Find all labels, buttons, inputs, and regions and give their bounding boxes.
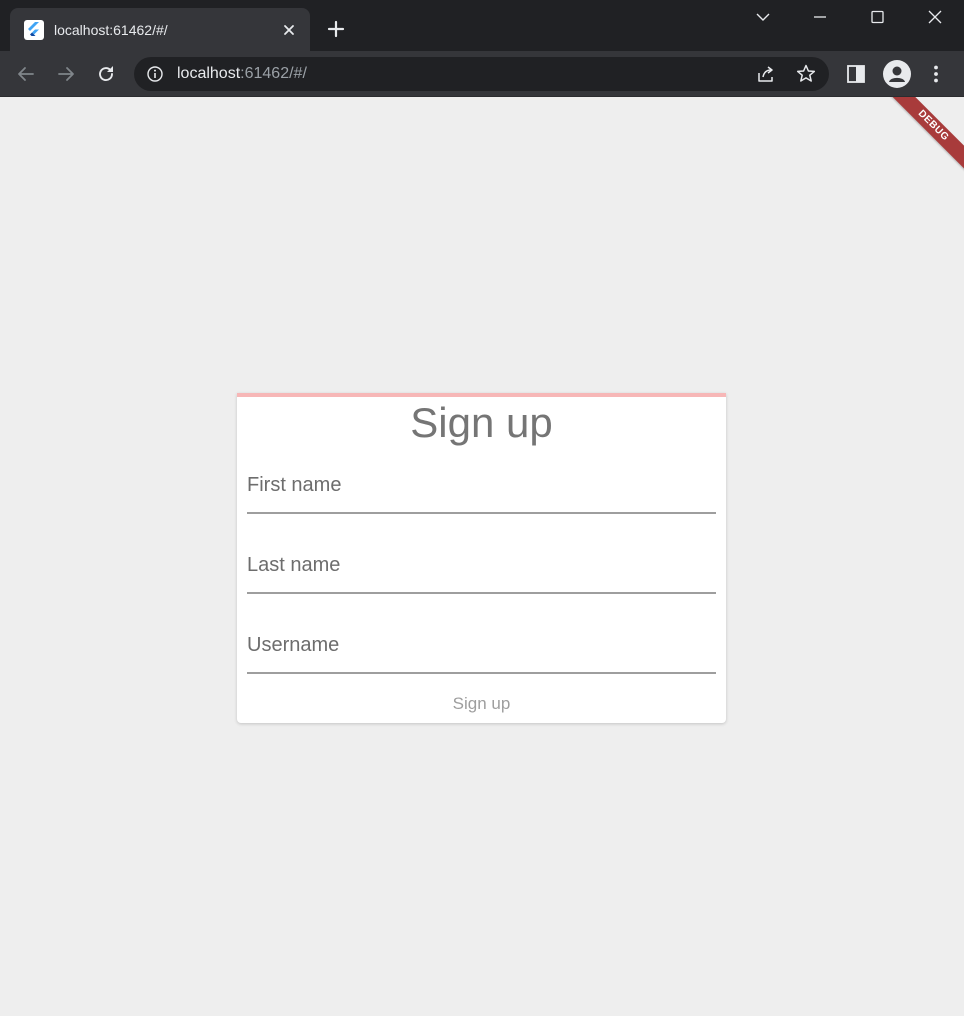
first-name-input[interactable] [247, 464, 716, 512]
url-text[interactable]: localhost:61462/#/ [177, 64, 307, 84]
address-bar[interactable]: localhost:61462/#/ [134, 57, 829, 91]
signup-button[interactable]: Sign up [237, 689, 726, 719]
form-title: Sign up [410, 399, 553, 446]
page-viewport: DEBUG Sign up Sign up [0, 97, 964, 1016]
browser-titlebar: localhost:61462/#/ [0, 0, 964, 51]
side-panel-icon[interactable] [843, 61, 869, 87]
last-name-input[interactable] [247, 544, 716, 592]
progress-indicator [237, 393, 726, 397]
last-name-field[interactable] [247, 544, 716, 594]
new-tab-icon[interactable] [324, 17, 348, 41]
username-field[interactable] [247, 624, 716, 674]
forward-arrow-icon[interactable] [53, 61, 79, 87]
maximize-icon[interactable] [863, 4, 891, 30]
signup-card: Sign up Sign up [237, 393, 726, 723]
username-input[interactable] [247, 624, 716, 672]
debug-banner: DEBUG [881, 97, 964, 178]
browser-tab[interactable]: localhost:61462/#/ [10, 8, 310, 51]
share-icon[interactable] [755, 63, 777, 85]
minimize-icon[interactable] [806, 4, 834, 30]
first-name-field[interactable] [247, 464, 716, 514]
more-menu-icon[interactable] [923, 61, 949, 87]
url-path: :61462/#/ [240, 65, 307, 82]
browser-toolbar: localhost:61462/#/ [0, 51, 964, 97]
person-icon [889, 66, 905, 82]
flutter-icon [24, 20, 44, 40]
url-host: localhost [177, 65, 241, 82]
bookmark-star-icon[interactable] [795, 63, 817, 85]
tab-search-chevron-icon[interactable] [749, 4, 777, 30]
back-arrow-icon[interactable] [13, 61, 39, 87]
reload-icon[interactable] [93, 61, 119, 87]
close-tab-icon[interactable] [280, 21, 298, 39]
profile-avatar[interactable] [883, 60, 911, 88]
close-window-icon[interactable] [921, 4, 949, 30]
site-info-icon[interactable] [146, 65, 164, 83]
tab-title: localhost:61462/#/ [54, 22, 168, 38]
